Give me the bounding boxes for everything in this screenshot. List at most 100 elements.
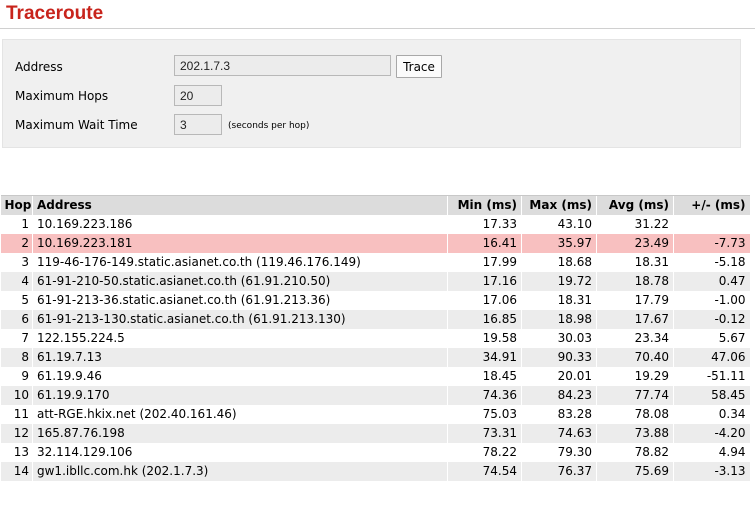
max-cell: 76.37	[521, 462, 597, 481]
avg-cell: 18.78	[596, 272, 674, 291]
delta-cell: -1.00	[673, 291, 750, 310]
table-row: 2 10.169.223.181 16.41 35.97 23.49 -7.73	[0, 234, 750, 253]
min-cell: 17.99	[447, 253, 522, 272]
avg-cell: 23.34	[596, 329, 674, 348]
address-cell: 10.169.223.186	[32, 215, 448, 234]
address-cell: 165.87.76.198	[32, 424, 448, 443]
max-cell: 35.97	[521, 234, 597, 253]
avg-cell: 23.49	[596, 234, 674, 253]
column-header-address: Address	[32, 195, 448, 215]
hop-cell: 9	[0, 367, 33, 386]
min-cell: 16.41	[447, 234, 522, 253]
trace-button[interactable]: Trace	[396, 55, 442, 78]
max-cell: 43.10	[521, 215, 597, 234]
address-cell: 122.155.224.5	[32, 329, 448, 348]
hop-cell: 2	[0, 234, 33, 253]
address-label: Address	[15, 60, 63, 74]
avg-cell: 78.08	[596, 405, 674, 424]
delta-cell: 5.67	[673, 329, 750, 348]
max-cell: 83.28	[521, 405, 597, 424]
hop-cell: 3	[0, 253, 33, 272]
avg-cell: 18.31	[596, 253, 674, 272]
min-cell: 74.36	[447, 386, 522, 405]
max-cell: 90.33	[521, 348, 597, 367]
table-row: 1 10.169.223.186 17.33 43.10 31.22	[0, 215, 750, 234]
hop-cell: 14	[0, 462, 33, 481]
min-cell: 18.45	[447, 367, 522, 386]
traceroute-results-table: Hop Address Min (ms) Max (ms) Avg (ms) +…	[0, 195, 750, 481]
table-row: 12 165.87.76.198 73.31 74.63 73.88 -4.20	[0, 424, 750, 443]
max-cell: 19.72	[521, 272, 597, 291]
address-input[interactable]	[174, 55, 391, 76]
delta-cell: 58.45	[673, 386, 750, 405]
traceroute-form: Address Trace Maximum Hops Maximum Wait …	[2, 39, 741, 148]
column-header-max: Max (ms)	[521, 195, 597, 215]
table-row: 5 61-91-213-36.static.asianet.co.th (61.9…	[0, 291, 750, 310]
column-header-delta: +/- (ms)	[673, 195, 750, 215]
max-hops-label: Maximum Hops	[15, 89, 109, 103]
max-cell: 20.01	[521, 367, 597, 386]
hop-cell: 1	[0, 215, 33, 234]
table-row: 4 61-91-210-50.static.asianet.co.th (61.9…	[0, 272, 750, 291]
address-cell: 32.114.129.106	[32, 443, 448, 462]
min-cell: 34.91	[447, 348, 522, 367]
max-wait-input[interactable]	[174, 114, 222, 135]
delta-cell: -5.18	[673, 253, 750, 272]
table-row: 6 61-91-213-130.static.asianet.co.th (61.…	[0, 310, 750, 329]
hop-cell: 8	[0, 348, 33, 367]
min-cell: 19.58	[447, 329, 522, 348]
address-cell: 61.19.9.46	[32, 367, 448, 386]
avg-cell: 75.69	[596, 462, 674, 481]
address-cell: gw1.ibllc.com.hk (202.1.7.3)	[32, 462, 448, 481]
hop-cell: 10	[0, 386, 33, 405]
min-cell: 78.22	[447, 443, 522, 462]
address-cell: 61-91-210-50.static.asianet.co.th (61.91…	[32, 272, 448, 291]
min-cell: 75.03	[447, 405, 522, 424]
delta-cell: -4.20	[673, 424, 750, 443]
hop-cell: 7	[0, 329, 33, 348]
max-cell: 18.98	[521, 310, 597, 329]
min-cell: 16.85	[447, 310, 522, 329]
min-cell: 73.31	[447, 424, 522, 443]
delta-cell: -0.12	[673, 310, 750, 329]
hop-cell: 11	[0, 405, 33, 424]
min-cell: 17.33	[447, 215, 522, 234]
hop-cell: 6	[0, 310, 33, 329]
table-row: 7 122.155.224.5 19.58 30.03 23.34 5.67	[0, 329, 750, 348]
avg-cell: 17.79	[596, 291, 674, 310]
hop-cell: 5	[0, 291, 33, 310]
delta-cell: -3.13	[673, 462, 750, 481]
min-cell: 17.06	[447, 291, 522, 310]
max-cell: 84.23	[521, 386, 597, 405]
avg-cell: 77.74	[596, 386, 674, 405]
delta-cell: -51.11	[673, 367, 750, 386]
avg-cell: 19.29	[596, 367, 674, 386]
hop-cell: 13	[0, 443, 33, 462]
address-cell: att-RGE.hkix.net (202.40.161.46)	[32, 405, 448, 424]
delta-cell: 0.34	[673, 405, 750, 424]
table-row: 13 32.114.129.106 78.22 79.30 78.82 4.94	[0, 443, 750, 462]
address-cell: 61.19.9.170	[32, 386, 448, 405]
table-row: 3 119-46-176-149.static.asianet.co.th (11…	[0, 253, 750, 272]
avg-cell: 70.40	[596, 348, 674, 367]
column-header-hop: Hop	[0, 195, 33, 215]
delta-cell: -7.73	[673, 234, 750, 253]
page-title: Traceroute	[6, 3, 104, 24]
hop-cell: 12	[0, 424, 33, 443]
max-wait-hint: (seconds per hop)	[228, 121, 310, 131]
address-cell: 10.169.223.181	[32, 234, 448, 253]
avg-cell: 17.67	[596, 310, 674, 329]
table-row: 9 61.19.9.46 18.45 20.01 19.29 -51.11	[0, 367, 750, 386]
max-cell: 74.63	[521, 424, 597, 443]
address-cell: 61-91-213-130.static.asianet.co.th (61.9…	[32, 310, 448, 329]
address-cell: 61.19.7.13	[32, 348, 448, 367]
avg-cell: 73.88	[596, 424, 674, 443]
table-body: 1 10.169.223.186 17.33 43.10 31.22 2 10.169.22…	[0, 215, 750, 481]
avg-cell: 78.82	[596, 443, 674, 462]
delta-cell: 0.47	[673, 272, 750, 291]
max-hops-input[interactable]	[174, 85, 222, 106]
table-row: 14 gw1.ibllc.com.hk (202.1.7.3) 74.54 76.37…	[0, 462, 750, 481]
column-header-min: Min (ms)	[447, 195, 522, 215]
hop-cell: 4	[0, 272, 33, 291]
max-cell: 18.68	[521, 253, 597, 272]
